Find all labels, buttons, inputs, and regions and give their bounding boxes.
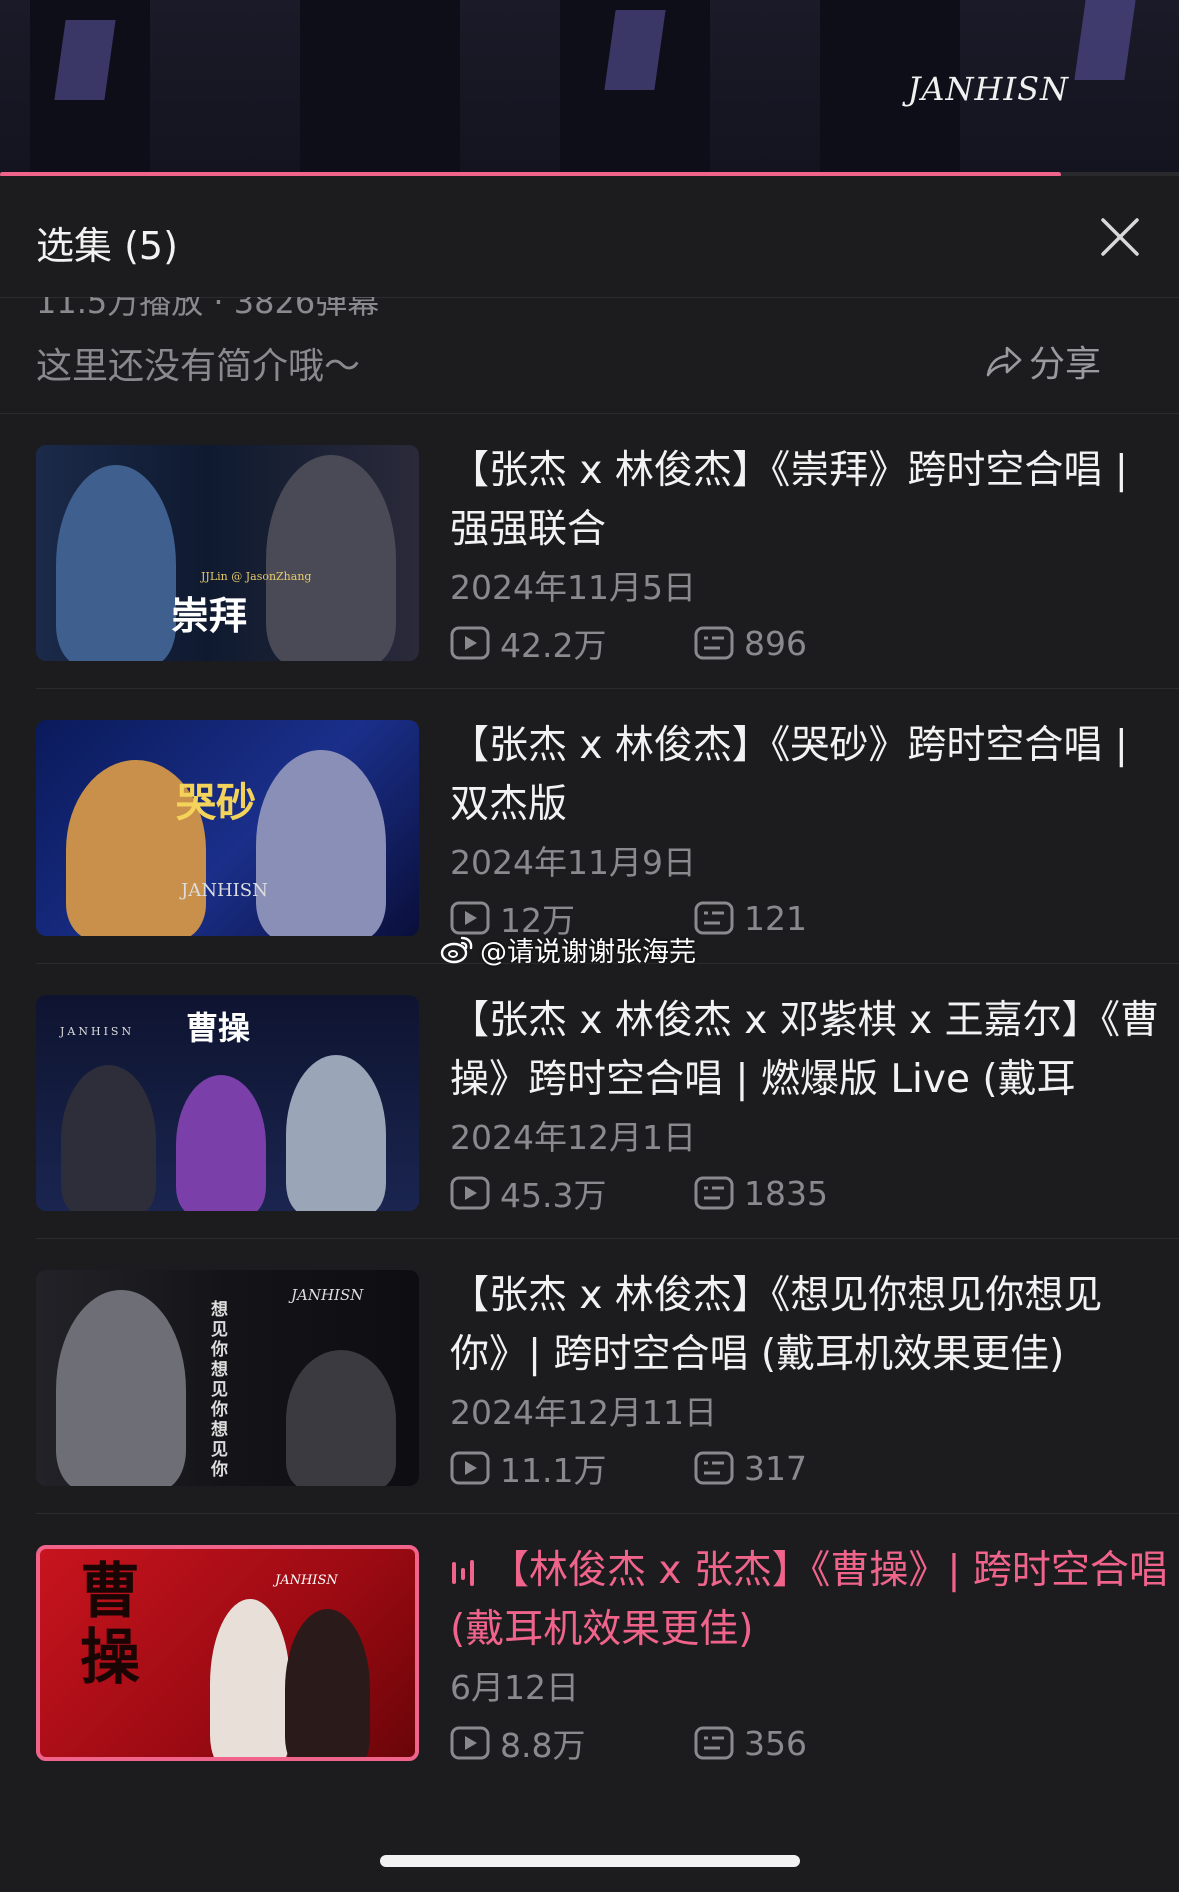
close-icon: [1101, 218, 1139, 256]
thumbnail-figure: [266, 455, 396, 661]
thumbnail-caption: JANHISN: [181, 880, 268, 901]
episode-info: 【张杰 x 林俊杰 x 邓紫棋 x 王嘉尔】《曹操》跨时空合唱 | 燃爆版 Li…: [450, 991, 1170, 1217]
weibo-watermark: @请说谢谢张海芫: [440, 930, 696, 969]
close-button[interactable]: [1095, 212, 1145, 262]
thumbnail-title: 曹操: [80, 1557, 140, 1693]
episode-stats: 42.2万 896: [450, 619, 1170, 667]
episode-list-header: 选集 (5): [0, 177, 1179, 298]
play-count-icon: [450, 626, 490, 660]
episode-date: 2024年11月5日: [450, 568, 696, 607]
play-count-icon: [450, 1176, 490, 1210]
stage-performer: [300, 0, 460, 176]
thumbnail-title: 曹操: [186, 1009, 251, 1047]
episode-title: 【张杰 x 林俊杰】《哭砂》跨时空合唱 | 双杰版: [450, 723, 1128, 827]
episode-item[interactable]: 曹操 JANHISN 【张杰 x 林俊杰 x 邓紫棋 x 王嘉尔】《曹操》跨时空…: [36, 963, 1179, 1239]
view-count: 11.1万: [450, 1444, 694, 1492]
episode-title: 【张杰 x 林俊杰】《崇拜》跨时空合唱 | 强强联合: [450, 448, 1128, 552]
episode-thumbnail: 崇拜 JJLin @ JasonZhang: [36, 445, 419, 661]
danmaku-icon: [694, 626, 734, 660]
description-meta: 11.5万播放 · 3826弹幕: [36, 297, 380, 321]
episode-stats: 11.1万 317: [450, 1444, 1170, 1492]
play-count-icon: [450, 1451, 490, 1485]
view-count-value: 42.2万: [500, 626, 607, 665]
thumbnail-figure: [61, 1065, 156, 1211]
danmaku-icon: [694, 1176, 734, 1210]
comment-count-value: 121: [744, 898, 807, 938]
episode-title-text: 【林俊杰 x 张杰】《曹操》| 跨时空合唱 (戴耳机效果更佳): [450, 1548, 1168, 1652]
episode-date: 6月12日: [450, 1668, 579, 1707]
episode-title: 【林俊杰 x 张杰】《曹操》| 跨时空合唱 (戴耳机效果更佳): [450, 1541, 1170, 1659]
comment-count-value: 1835: [744, 1173, 828, 1213]
play-count-icon: [450, 1726, 490, 1760]
thumbnail-figure: [56, 1290, 186, 1486]
home-indicator[interactable]: [380, 1855, 800, 1867]
episode-info: 【张杰 x 林俊杰】《想见你想见你想见你》| 跨时空合唱 (戴耳机效果更佳) 2…: [450, 1266, 1170, 1492]
comment-count: 1835: [694, 1174, 828, 1213]
episode-thumbnail: 想见你想见你想见你 JANHISN: [36, 1270, 419, 1486]
episode-item[interactable]: 哭砂 JANHISN 【张杰 x 林俊杰】《哭砂》跨时空合唱 | 双杰版 202…: [36, 688, 1179, 964]
comment-count-value: 356: [744, 1723, 807, 1763]
thumbnail-figure: [256, 750, 386, 936]
comment-count: 896: [694, 624, 807, 663]
progress-bar[interactable]: [0, 172, 1179, 176]
episode-title: 【张杰 x 林俊杰】《想见你想见你想见你》| 跨时空合唱 (戴耳机效果更佳): [450, 1273, 1103, 1377]
episode-item[interactable]: 崇拜 JJLin @ JasonZhang 【张杰 x 林俊杰】《崇拜》跨时空合…: [36, 413, 1179, 689]
episode-date: 2024年11月9日: [450, 843, 696, 882]
episode-stats: 45.3万 1835: [450, 1169, 1170, 1217]
episode-date: 2024年12月11日: [450, 1393, 717, 1432]
danmaku-icon: [694, 901, 734, 935]
thumbnail-title: 想见你想见你想见你: [211, 1300, 228, 1480]
episode-item[interactable]: 想见你想见你想见你 JANHISN 【张杰 x 林俊杰】《想见你想见你想见你》|…: [36, 1238, 1179, 1514]
thumbnail-caption: JJLin @ JasonZhang: [201, 570, 312, 583]
thumbnail-caption: JANHISN: [275, 1573, 338, 1588]
thumbnail-figure: [286, 1350, 396, 1486]
episode-list-title: 选集 (5): [36, 224, 178, 268]
thumbnail-caption: JANHISN: [291, 1286, 364, 1304]
view-count-value: 8.8万: [500, 1726, 586, 1765]
episode-thumbnail: 曹操 JANHISN: [36, 995, 419, 1211]
episode-item-active[interactable]: 曹操 JANHISN 【林俊杰 x 张杰】《曹操》| 跨时空合唱 (戴耳机效果更…: [36, 1513, 1179, 1788]
view-count: 45.3万: [450, 1169, 694, 1217]
episode-info: 【张杰 x 林俊杰】《哭砂》跨时空合唱 | 双杰版 2024年11月9日 12万…: [450, 716, 1170, 942]
share-button[interactable]: 分享: [985, 335, 1101, 387]
thumbnail-title: 哭砂: [176, 779, 256, 826]
progress-fill: [0, 172, 1062, 176]
thumbnail-figure: [176, 1075, 266, 1211]
episode-title: 【张杰 x 林俊杰 x 邓紫棋 x 王嘉尔】《曹操》跨时空合唱 | 燃爆版 Li…: [450, 998, 1160, 1102]
thumbnail-figure: [285, 1609, 370, 1757]
thumbnail-figure: [210, 1599, 290, 1757]
video-player[interactable]: JANHISN: [0, 0, 1179, 176]
episode-info: 【林俊杰 x 张杰】《曹操》| 跨时空合唱 (戴耳机效果更佳) 6月12日 8.…: [450, 1541, 1170, 1767]
description-section: 11.5万播放 · 3826弹幕 这里还没有简介哦～ 分享: [0, 297, 1179, 414]
episode-date: 2024年12月1日: [450, 1118, 696, 1157]
danmaku-icon: [694, 1726, 734, 1760]
comment-count: 121: [694, 899, 807, 938]
danmaku-icon: [694, 1451, 734, 1485]
now-playing-icon: [452, 1559, 474, 1586]
thumbnail-figure: [286, 1055, 386, 1211]
episode-info: 【张杰 x 林俊杰】《崇拜》跨时空合唱 | 强强联合 2024年11月5日 42…: [450, 441, 1170, 667]
player-watermark: JANHISN: [907, 70, 1069, 108]
comment-count: 356: [694, 1724, 807, 1763]
view-count: 8.8万: [450, 1719, 694, 1767]
weibo-watermark-text: @请说谢谢张海芫: [480, 937, 696, 968]
thumbnail-caption: JANHISN: [60, 1025, 135, 1038]
thumbnail-figure: [56, 465, 176, 661]
share-icon: [986, 346, 1022, 377]
episode-thumbnail: 哭砂 JANHISN: [36, 720, 419, 936]
share-label: 分享: [1028, 344, 1101, 385]
episode-thumbnail: 曹操 JANHISN: [36, 1545, 419, 1761]
view-count: 42.2万: [450, 619, 694, 667]
thumbnail-title: 崇拜: [171, 593, 248, 638]
comment-count-value: 896: [744, 623, 807, 663]
comment-count-value: 317: [744, 1448, 807, 1488]
view-count-value: 45.3万: [500, 1176, 607, 1215]
weibo-icon: [440, 936, 473, 963]
stage-light: [1074, 0, 1136, 80]
episode-stats: 8.8万 356: [450, 1719, 1170, 1767]
comment-count: 317: [694, 1449, 807, 1488]
view-count-value: 11.1万: [500, 1451, 607, 1490]
description-text: 这里还没有简介哦～: [36, 346, 361, 387]
